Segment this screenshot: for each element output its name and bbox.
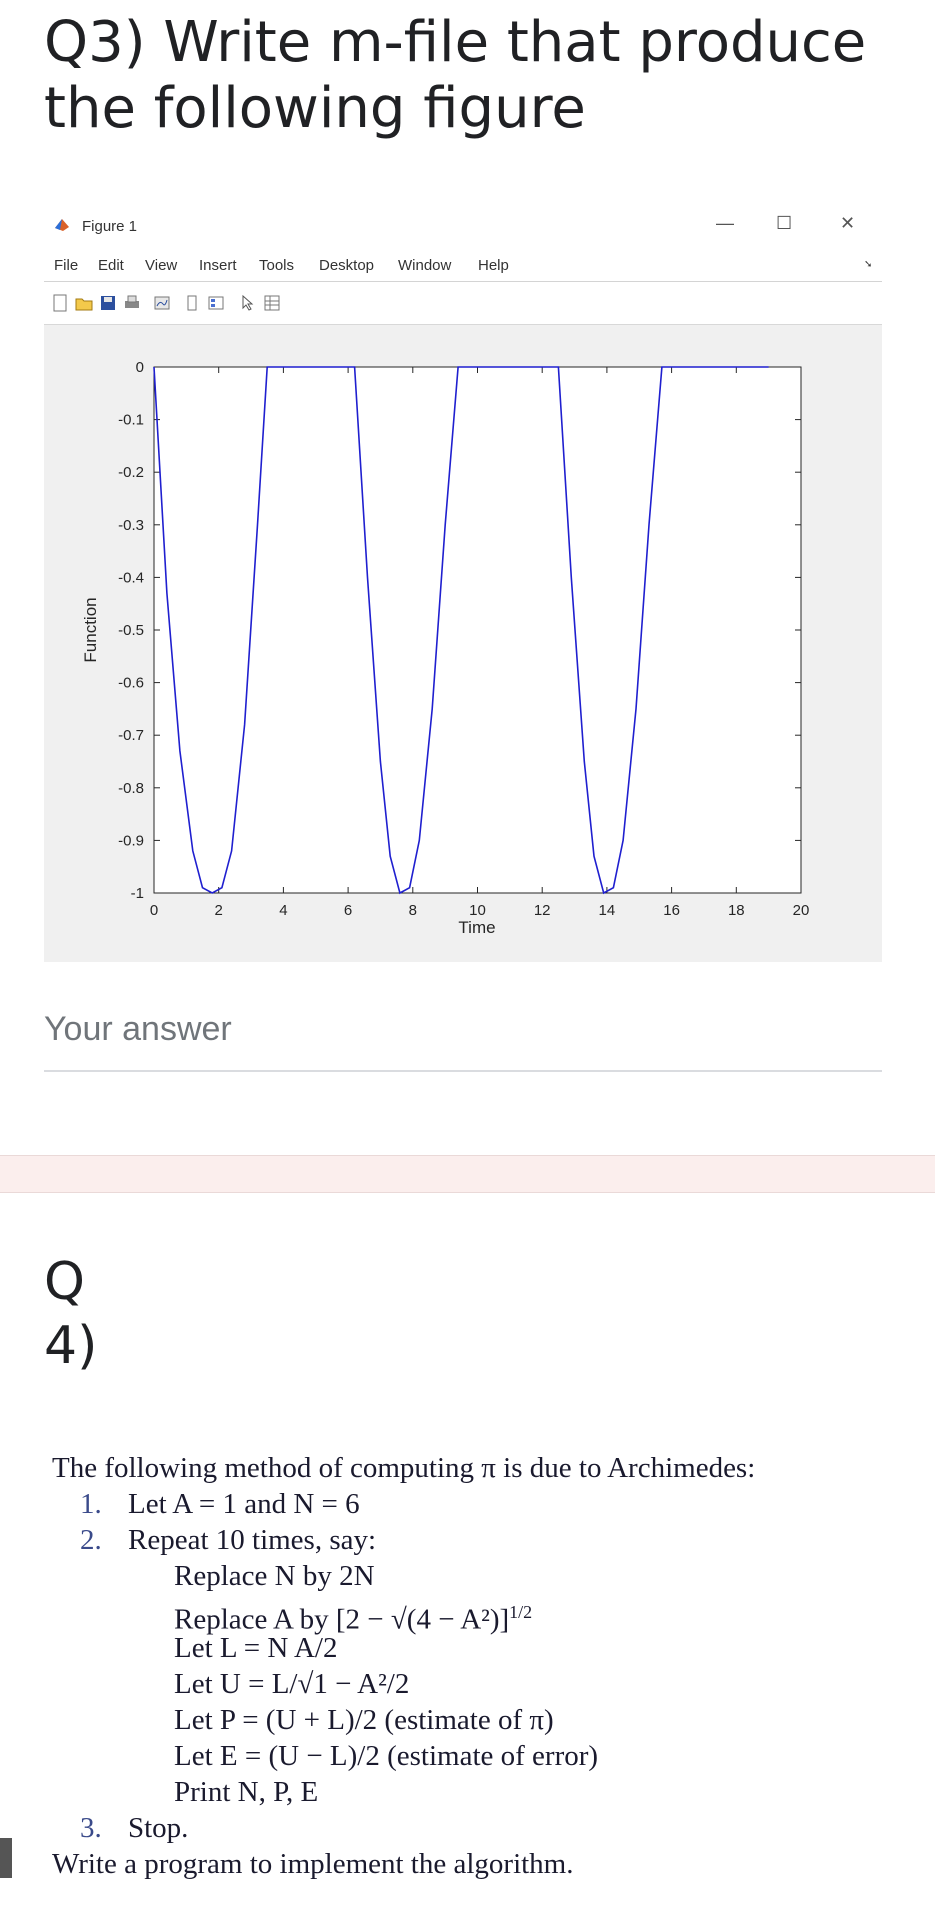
figure-menubar: File Edit View Insert Tools Desktop Wind…	[44, 247, 882, 282]
question-4-title-line1: Q	[44, 1252, 85, 1312]
x-tick-label: 10	[469, 902, 486, 919]
menu-file[interactable]: File	[54, 257, 78, 274]
substep-replace-a-exponent: 1/2	[509, 1602, 533, 1622]
y-tick-label: -0.1	[118, 412, 144, 429]
figure-titlebar: Figure 1 — ☐ ✕	[44, 205, 882, 247]
section-divider	[0, 1155, 935, 1193]
y-tick-label: -0.7	[118, 727, 144, 744]
figure-title: Figure 1	[82, 218, 138, 235]
substep-print: Print N, P, E	[174, 1776, 319, 1808]
step-3-text: Stop.	[128, 1812, 189, 1844]
step-1-text: Let A = 1 and N = 6	[128, 1488, 360, 1520]
x-tick-label: 20	[793, 902, 810, 919]
menu-tools[interactable]: Tools	[259, 257, 294, 274]
legend-icon[interactable]	[206, 293, 226, 313]
menu-window[interactable]: Window	[398, 257, 451, 274]
x-tick-label: 2	[215, 902, 223, 919]
y-tick-label: -0.2	[118, 464, 144, 481]
question-3-title-line2: the following figure	[44, 76, 586, 141]
menu-help[interactable]: Help	[478, 257, 509, 274]
menu-view[interactable]: View	[145, 257, 177, 274]
y-axis-label: Function	[81, 597, 100, 662]
colorbar-icon[interactable]	[182, 293, 202, 313]
close-button[interactable]: ✕	[840, 213, 855, 234]
substep-let-l: Let L = N A/2	[174, 1632, 338, 1664]
y-tick-label: -0.9	[118, 832, 144, 849]
menu-desktop[interactable]: Desktop	[319, 257, 374, 274]
step-1-number: 1.	[80, 1488, 102, 1520]
substep-let-e: Let E = (U − L)/2 (estimate of error)	[174, 1740, 599, 1772]
answer-input[interactable]: Your answer	[44, 1010, 232, 1049]
x-tick-label: 18	[728, 902, 745, 919]
menu-edit[interactable]: Edit	[98, 257, 124, 274]
matlab-logo-icon	[55, 219, 69, 231]
print-icon[interactable]	[122, 293, 142, 313]
question-3-title: Q3) Write m-file that produce the follow…	[44, 10, 904, 142]
y-tick-label: -0.8	[118, 780, 144, 797]
question-4-title-line2: 4)	[44, 1316, 98, 1376]
save-icon[interactable]	[98, 293, 118, 313]
step-2-text: Repeat 10 times, say:	[128, 1524, 377, 1556]
new-figure-icon[interactable]	[50, 293, 70, 313]
question-3-title-line1: Q3) Write m-file that produce	[44, 10, 867, 75]
substep-let-u: Let U = L/√1 − A²/2	[174, 1668, 410, 1700]
maximize-button[interactable]: ☐	[776, 213, 792, 234]
x-axis-label: Time	[458, 918, 495, 937]
intro-text: The following method of computing π is d…	[52, 1452, 756, 1484]
property-editor-icon[interactable]	[262, 293, 282, 313]
closing-instruction: Write a program to implement the algorit…	[52, 1848, 574, 1880]
open-file-icon[interactable]	[74, 293, 94, 313]
step-3-number: 3.	[80, 1812, 102, 1844]
line-chart: 0-0.1-0.2-0.3-0.4-0.5-0.6-0.7-0.8-0.9-1 …	[81, 359, 810, 937]
menu-insert[interactable]: Insert	[199, 257, 237, 274]
x-tick-label: 4	[279, 902, 287, 919]
y-tick-label: -0.3	[118, 517, 144, 534]
figure-toolbar	[44, 282, 882, 325]
substep-replace-n: Replace N by 2N	[174, 1560, 375, 1592]
figure-window: Figure 1 — ☐ ✕ File Edit View Insert Too…	[44, 205, 882, 962]
x-tick-label: 16	[663, 902, 680, 919]
minimize-button[interactable]: —	[716, 213, 734, 234]
link-plot-icon[interactable]	[152, 293, 172, 313]
question-4-title: Q 4)	[44, 1250, 97, 1378]
x-tick-label: 0	[150, 902, 158, 919]
scroll-indicator	[0, 1838, 12, 1878]
x-tick-label: 12	[534, 902, 551, 919]
x-tick-label: 6	[344, 902, 352, 919]
y-tick-label: 0	[136, 359, 144, 376]
menubar-arrow-icon[interactable]: ➘	[864, 259, 872, 270]
substep-let-p: Let P = (U + L)/2 (estimate of π)	[174, 1704, 554, 1736]
y-tick-label: -0.6	[118, 675, 144, 692]
y-tick-label: -1	[131, 885, 144, 902]
x-tick-label: 8	[409, 902, 417, 919]
x-tick-label: 14	[599, 902, 616, 919]
y-tick-label: -0.5	[118, 622, 144, 639]
answer-underline	[44, 1070, 882, 1072]
step-2-number: 2.	[80, 1524, 102, 1556]
y-tick-label: -0.4	[118, 569, 144, 586]
pointer-icon[interactable]	[238, 293, 258, 313]
